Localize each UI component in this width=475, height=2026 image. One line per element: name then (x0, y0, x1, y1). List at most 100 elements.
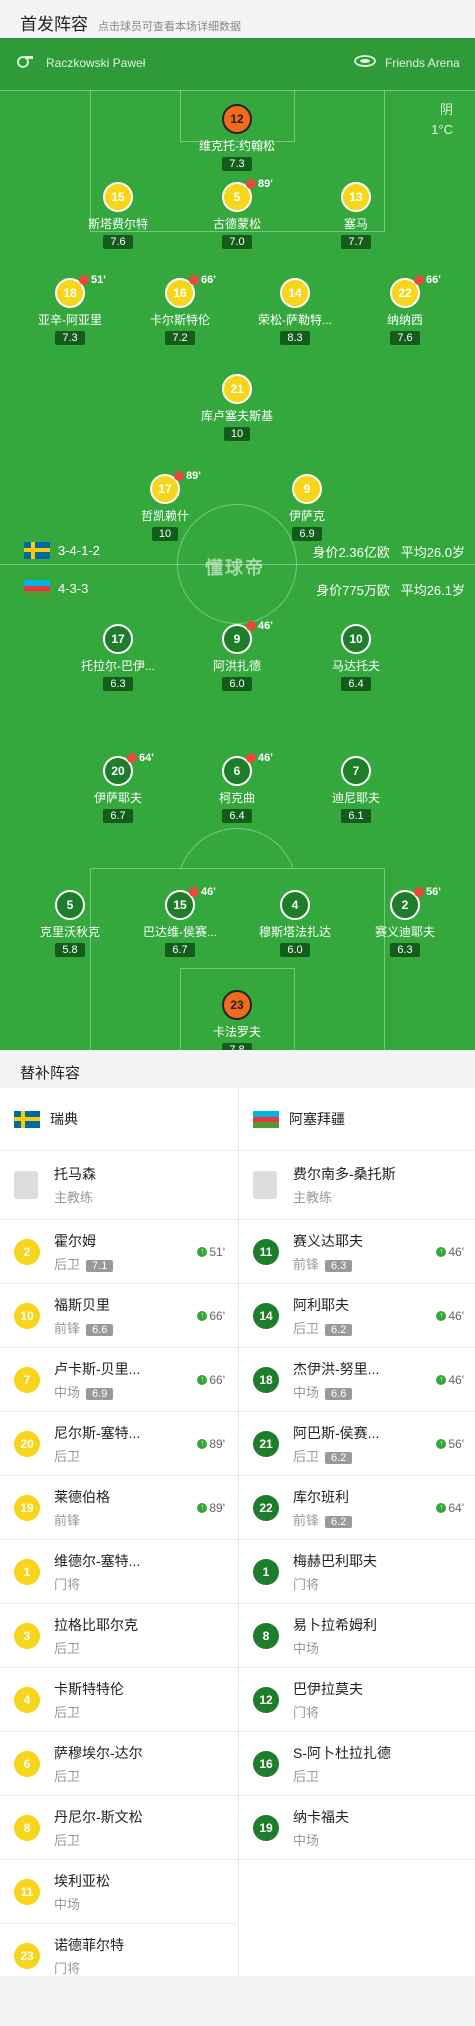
away-player[interactable]: 6 46' 柯克曲 6.4 (182, 752, 292, 824)
home-player[interactable]: 9 伊萨克 6.9 (252, 474, 362, 542)
substitute-row[interactable]: 8 丹尼尔-斯文松 后卫 (0, 1796, 237, 1860)
stadium-name: Friends Arena (385, 56, 460, 70)
home-player[interactable]: 16 66' 卡尔斯特伦 7.2 (125, 274, 235, 346)
player-rating: 6.9 (86, 1387, 114, 1400)
player-name: 阿利耶夫 (293, 1296, 349, 1313)
home-player[interactable]: 14 荣松-萨勒特... 8.3 (240, 278, 350, 346)
substitution-event: 64' (127, 752, 154, 764)
player-name: 柯克曲 (218, 791, 255, 805)
player-position: 中场 (293, 1832, 320, 1848)
substitute-row[interactable]: 21 阿巴斯-侯赛... 后卫 6.2 ↑ 56' (239, 1412, 475, 1476)
substitute-row[interactable]: 22 库尔班利 前锋 6.2 ↑ 64' (239, 1476, 475, 1540)
coach-role: 主教练 (54, 1190, 94, 1205)
sub-minute: 46' (258, 752, 273, 764)
substitute-row[interactable]: 19 纳卡福夫 中场 (239, 1796, 475, 1860)
away-player[interactable]: 2 56' 赛义迪耶夫 6.3 (350, 886, 460, 958)
away-player[interactable]: 17 托拉尔-巴伊... 6.3 (63, 624, 173, 692)
home-team-info: 身价2.36亿欧 平均26.0岁 (313, 542, 465, 561)
sub-minute: 89' (209, 1500, 225, 1515)
player-position: 门将 (293, 1704, 320, 1720)
substitute-info: 福斯贝里 前锋 6.6 (54, 1295, 114, 1337)
player-rating: 6.1 (341, 809, 371, 823)
sub-minute: 46' (258, 620, 273, 632)
jersey-number: 1 (14, 1558, 40, 1585)
home-player[interactable]: 21 库卢塞夫斯基 10 (182, 374, 292, 442)
jersey-number: 2 (14, 1238, 40, 1265)
player-name: S-阿卜杜拉扎德 (293, 1744, 391, 1761)
player-name: 埃利亚松 (54, 1872, 110, 1889)
substitute-info: 卢卡斯-贝里... 中场 6.9 (54, 1359, 140, 1401)
away-player[interactable]: 9 46' 阿洪扎德 6.0 (182, 620, 292, 692)
player-position: 前锋 (293, 1512, 320, 1528)
substitute-row[interactable]: 14 阿利耶夫 后卫 6.2 ↑ 46' (239, 1284, 475, 1348)
player-name: 荣松-萨勒特... (258, 313, 332, 327)
player-rating: 7.6 (390, 331, 420, 345)
player-name: 库卢塞夫斯基 (200, 409, 273, 423)
substitute-info: 库尔班利 前锋 6.2 (293, 1487, 353, 1529)
substitute-row[interactable]: 7 卢卡斯-贝里... 中场 6.9 ↑ 66' (0, 1348, 237, 1412)
away-player[interactable]: 7 迪尼耶夫 6.1 (301, 756, 411, 824)
player-position: 门将 (54, 1960, 81, 1976)
substitute-row[interactable]: 1 梅赫巴利耶夫 门将 (239, 1540, 475, 1604)
away-player[interactable]: 10 马达托夫 6.4 (301, 624, 411, 692)
jersey-number: 12 (222, 104, 252, 134)
substitute-row[interactable]: 10 福斯贝里 前锋 6.6 ↑ 66' (0, 1284, 237, 1348)
player-name: 卢卡斯-贝里... (54, 1360, 141, 1377)
player-rating: 7.7 (341, 235, 371, 249)
substitute-row[interactable]: 16 S-阿卜杜拉扎德 后卫 (239, 1732, 475, 1796)
jersey-number: 5 (55, 890, 85, 920)
sub-minute: 66' (426, 274, 441, 286)
substitute-row[interactable]: 2 霍尔姆 后卫 7.1 ↑ 51' (0, 1220, 237, 1284)
home-team-header[interactable]: 瑞典 (0, 1088, 237, 1151)
substitute-row[interactable]: 1 维德尔-塞特... 门将 (0, 1540, 237, 1604)
player-name: 卡法罗夫 (212, 1025, 261, 1039)
home-player[interactable]: 17 89' 哲凯赖什 10 (110, 470, 220, 542)
substitute-row[interactable]: 6 萨穆埃尔-达尔 后卫 (0, 1732, 237, 1796)
sub-in-icon: ↑ (436, 1374, 447, 1385)
subs-title: 替补阵容 (0, 1050, 475, 1088)
home-player[interactable]: 5 89' 古德蒙松 7.0 (182, 178, 292, 250)
sub-out-icon (189, 887, 199, 897)
watermark: 懂球帝 (205, 558, 265, 578)
away-coach[interactable]: 费尔南多-桑托斯 主教练 (239, 1151, 475, 1220)
home-player[interactable]: 15 斯塔费尔特 7.6 (63, 182, 173, 250)
stadium-icon (354, 55, 376, 67)
substitute-row[interactable]: 8 易卜拉希姆利 中场 (239, 1604, 475, 1668)
jersey-number: 2 56' (390, 886, 441, 920)
substitute-row[interactable]: 12 巴伊拉莫夫 门将 (239, 1668, 475, 1732)
home-player[interactable]: 12 维克托-约翰松 7.3 (182, 104, 292, 172)
sub-out-icon (246, 621, 256, 631)
substitute-row[interactable]: 18 杰伊洪-努里... 中场 6.6 ↑ 46' (239, 1348, 475, 1412)
player-position: 后卫 (293, 1320, 320, 1336)
away-player[interactable]: 5 克里沃秋克 5.8 (15, 890, 125, 958)
substitution-event: 46' (189, 886, 216, 898)
substitute-row[interactable]: 20 尼尔斯-塞特... 后卫 ↑ 89' (0, 1412, 237, 1476)
away-player[interactable]: 15 46' 巴达维-侯赛... 6.7 (125, 886, 235, 958)
sub-minute: 66' (209, 1308, 225, 1323)
player-rating: 6.6 (325, 1387, 353, 1400)
substitute-row[interactable]: 11 赛义达耶夫 前锋 6.3 ↑ 46' (239, 1220, 475, 1284)
home-coach[interactable]: 托马森 主教练 (0, 1151, 237, 1220)
away-player[interactable]: 20 64' 伊萨耶夫 6.7 (63, 752, 173, 824)
away-subs-column: 阿塞拜疆 费尔南多-桑托斯 主教练 11 赛义达耶夫 前锋 6.3 ↑ 46' 14 阿利耶夫后… (238, 1088, 475, 1976)
substitute-row[interactable]: 3 拉格比耶尔克 后卫 (0, 1604, 237, 1668)
sub-in-icon: ↑ (197, 1374, 208, 1385)
player-rating: 6.3 (103, 677, 133, 691)
home-player[interactable]: 22 66' 纳纳西 7.6 (350, 274, 460, 346)
away-player[interactable]: 23 卡法罗夫 7.8 (182, 990, 292, 1050)
substitute-row[interactable]: 4 卡斯特特伦 后卫 (0, 1668, 237, 1732)
player-name: 卡尔斯特伦 (149, 313, 210, 327)
away-player[interactable]: 4 穆斯塔法扎达 6.0 (240, 890, 350, 958)
away-team-header[interactable]: 阿塞拜疆 (239, 1088, 475, 1151)
substitute-info: 赛义达耶夫 前锋 6.3 (293, 1231, 363, 1273)
substitute-info: 霍尔姆 后卫 7.1 (54, 1231, 114, 1273)
sub-out-icon (189, 275, 199, 285)
home-player[interactable]: 18 51' 亚辛-阿亚里 7.3 (15, 274, 125, 346)
substitute-row[interactable]: 11 埃利亚松 中场 (0, 1860, 237, 1924)
player-name: 丹尼尔-斯文松 (54, 1808, 143, 1825)
home-player[interactable]: 13 塞马 7.7 (301, 182, 411, 250)
substitute-row[interactable]: 19 莱德伯格 前锋 ↑ 89' (0, 1476, 237, 1540)
player-rating: 7.0 (222, 235, 252, 249)
footer-space (0, 1976, 475, 2026)
substitute-info: S-阿卜杜拉扎德 后卫 (293, 1743, 391, 1785)
